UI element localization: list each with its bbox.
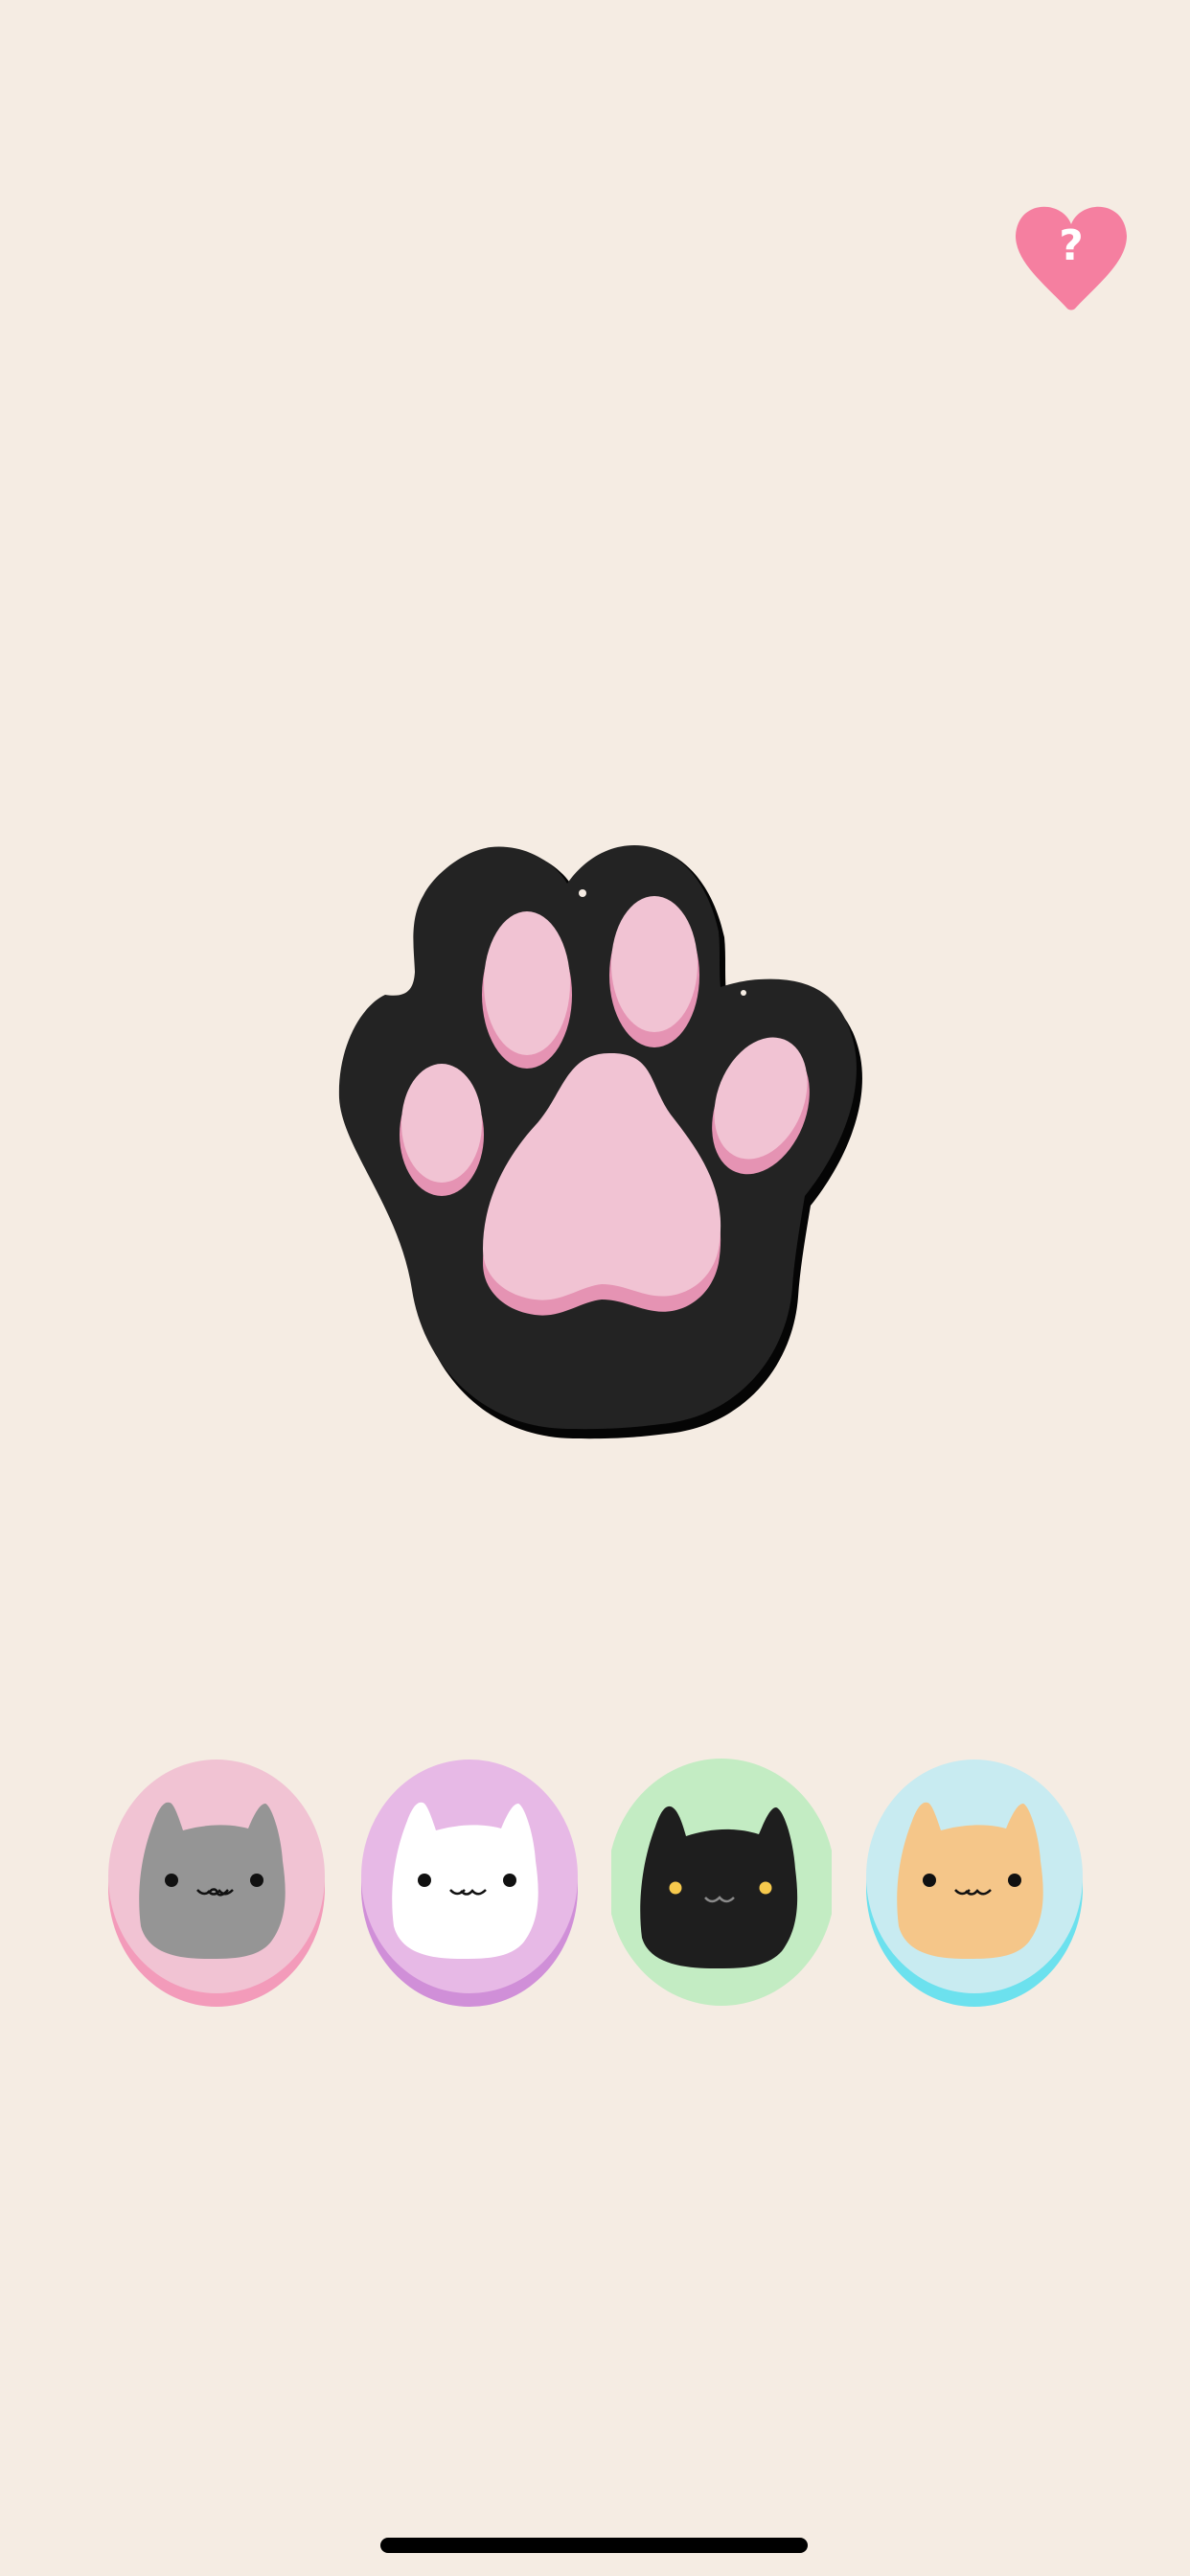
cat-button-orange[interactable]	[864, 1754, 1085, 2012]
help-button[interactable]: ?	[1012, 197, 1131, 312]
home-indicator[interactable]	[380, 2538, 808, 2553]
cat-selector	[0, 1754, 1190, 2012]
cat-paw[interactable]	[324, 841, 865, 1442]
cat-button-gray[interactable]	[106, 1754, 327, 2012]
gray-cat-icon	[108, 1760, 325, 2007]
orange-cat-icon	[866, 1760, 1083, 2007]
cat-paw-icon	[338, 845, 862, 1439]
cat-button-white[interactable]	[359, 1754, 580, 2012]
white-cat-icon	[361, 1760, 578, 2007]
help-question-mark: ?	[1059, 221, 1084, 270]
black-cat-icon	[611, 1759, 832, 2006]
cat-button-black[interactable]	[611, 1754, 832, 2012]
